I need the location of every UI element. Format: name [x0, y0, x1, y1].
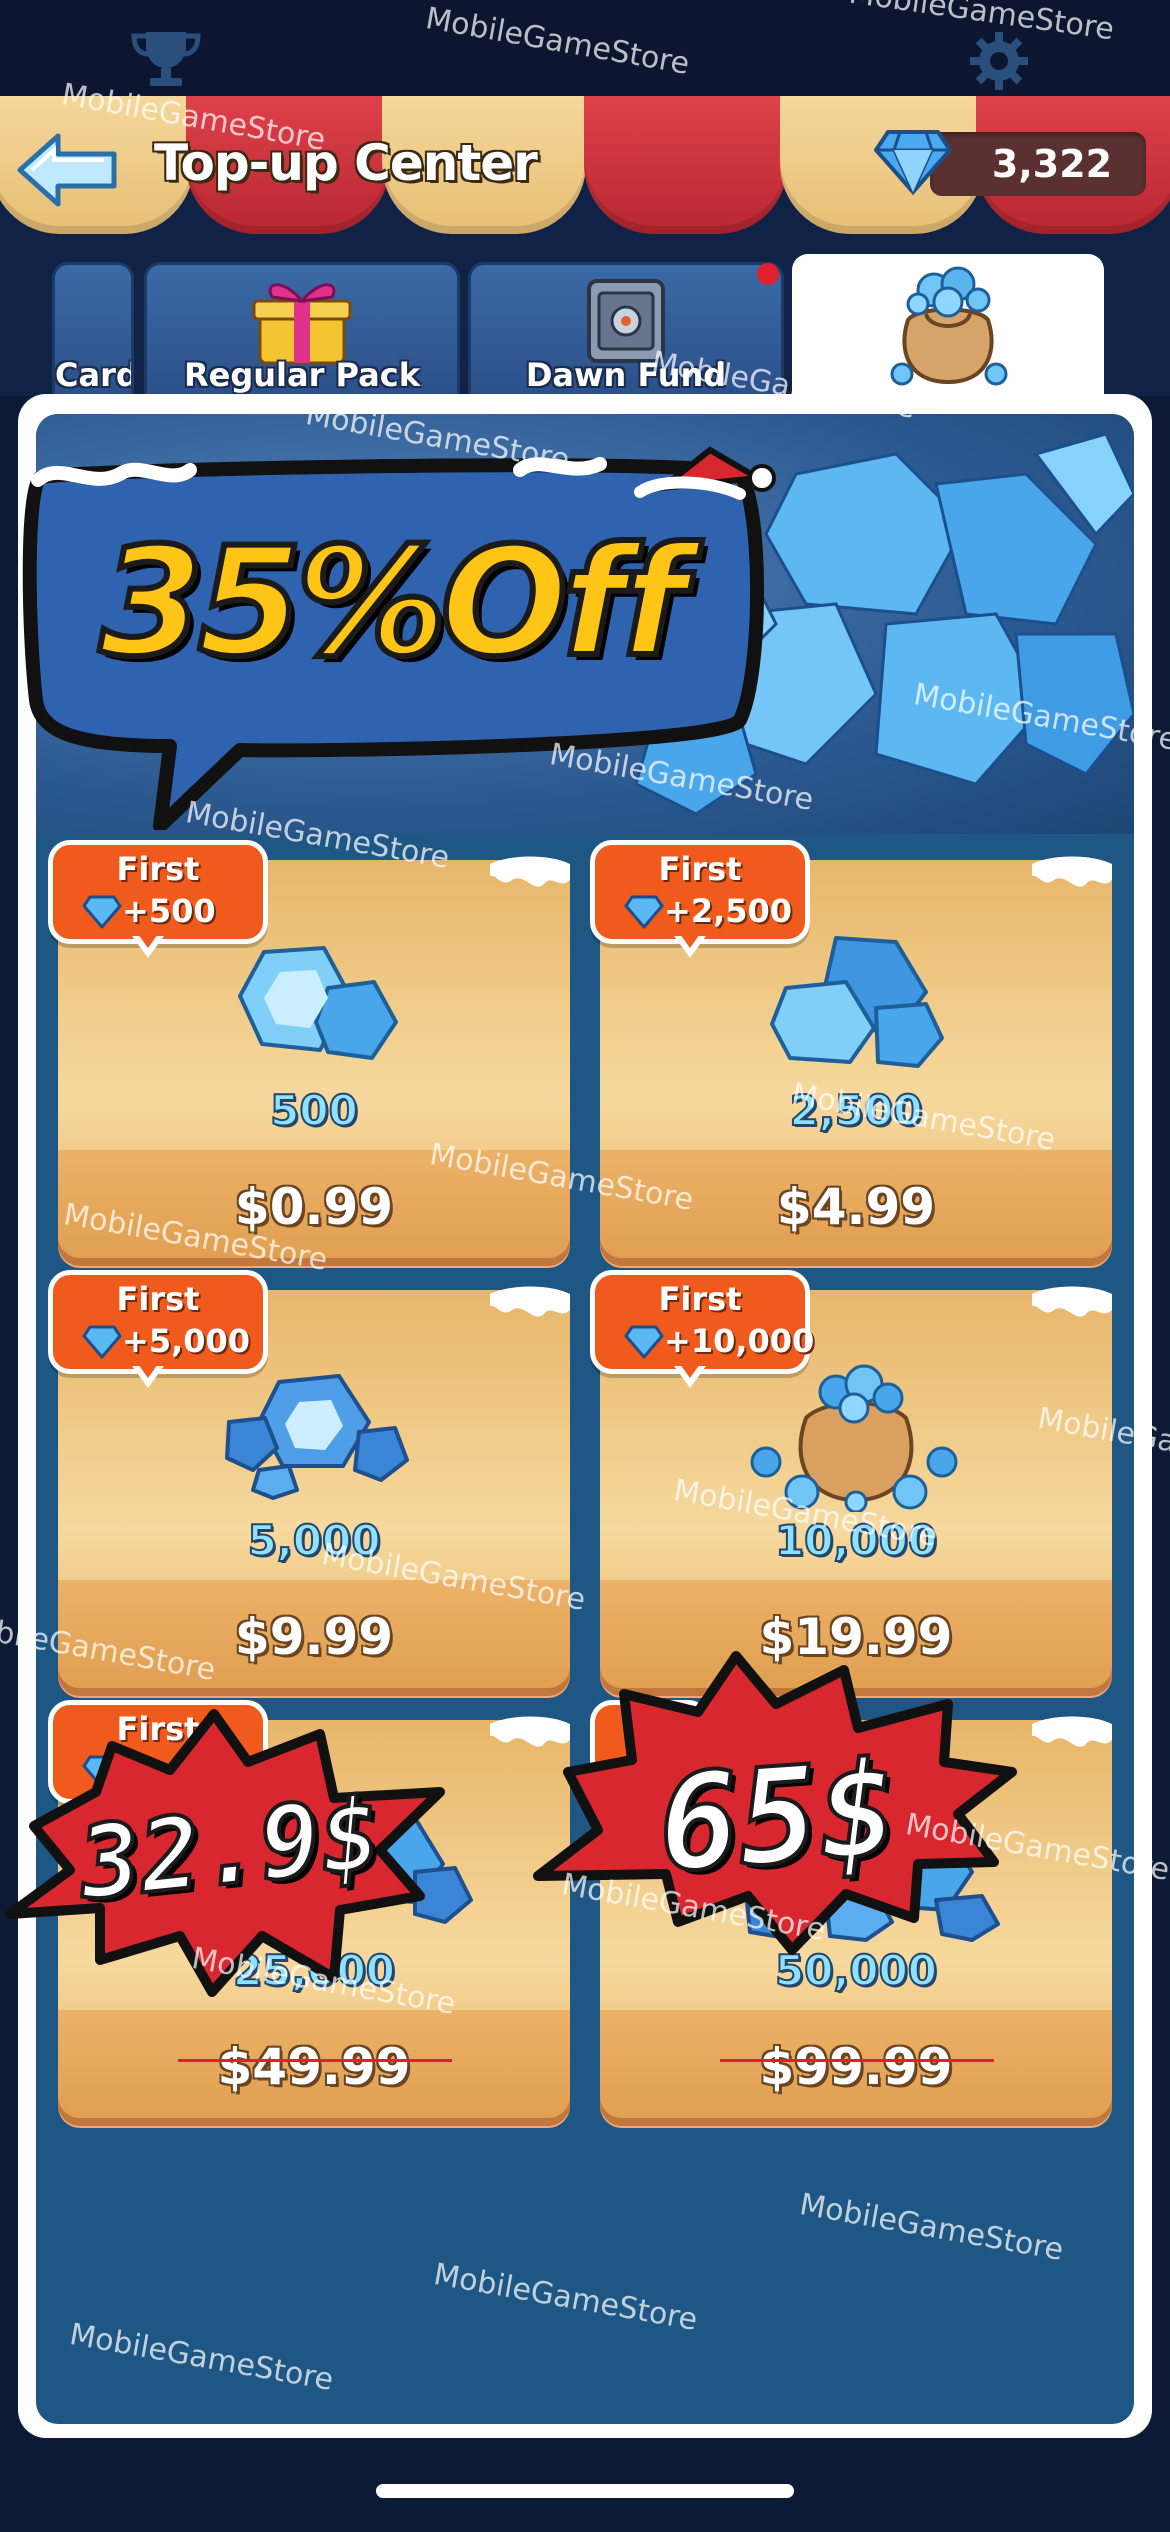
first-purchase-badge: First +10,000 [590, 1270, 814, 1388]
diamond-icon [624, 1325, 664, 1359]
gift-box-icon [252, 283, 352, 365]
snow-decoration [490, 856, 570, 887]
tab-regular-pack[interactable]: Regular Pack [144, 262, 460, 398]
badge-bonus: +2,500 [664, 892, 793, 930]
badge-title: First [116, 850, 200, 888]
first-purchase-badge: First +500 [48, 840, 268, 958]
discount-label: 35%Off [96, 516, 689, 690]
gem-amount: 10,000 [774, 1515, 938, 1566]
diamond-icon [624, 895, 664, 929]
price-button[interactable]: $49.99 [58, 2038, 570, 2096]
badge-bonus: +5,000 [122, 1322, 251, 1360]
badge-title: First [658, 850, 742, 888]
price-button[interactable]: $99.99 [600, 2038, 1112, 2096]
tab-dawn-fund[interactable]: Dawn Fund [468, 262, 784, 398]
header-bar: Top-up Center 3,322 [0, 96, 1170, 236]
price-button[interactable]: $0.99 [58, 1178, 570, 1236]
tab-gems[interactable] [792, 254, 1104, 400]
diamond-icon [82, 1325, 122, 1359]
first-purchase-badge: First +5,000 [48, 1270, 268, 1388]
snow-decoration [490, 1286, 570, 1317]
notification-dot [757, 263, 779, 285]
tab-label: Dawn Fund [525, 356, 727, 394]
gem-amount: 500 [269, 1085, 359, 1136]
tab-label: Cards [55, 356, 131, 394]
tab-cards[interactable]: Cards [52, 262, 134, 398]
gear-icon[interactable] [968, 30, 1030, 92]
first-purchase-badge: First +2,500 [590, 840, 810, 958]
gem-sack-icon [890, 266, 1008, 386]
product-card-10000[interactable]: 10,000 $19.99 First +10,000 [590, 1270, 1112, 1688]
trophy-icon[interactable] [130, 28, 202, 88]
product-card-500[interactable]: 500 $0.99 First +500 [48, 840, 570, 1258]
safe-icon [587, 279, 665, 363]
home-indicator[interactable] [376, 2484, 794, 2498]
badge-title: First [658, 1280, 742, 1318]
awning-segment [584, 96, 788, 234]
price-strikethrough [720, 2059, 994, 2062]
snow-decoration [1032, 1716, 1112, 1747]
diamond-icon [874, 130, 952, 196]
back-arrow-icon[interactable] [14, 130, 124, 210]
gem-amount: 5,000 [247, 1515, 382, 1566]
badge-bonus: +10,000 [664, 1322, 815, 1360]
top-status-strip [0, 0, 1170, 96]
product-card-5000[interactable]: 5,000 $9.99 First +5,000 [48, 1270, 570, 1688]
snow-decoration [1032, 1286, 1112, 1317]
gem-amount: 2,500 [789, 1085, 924, 1136]
diamond-icon [82, 895, 122, 929]
tab-label: Regular Pack [184, 356, 420, 394]
page-title: Top-up Center [154, 134, 538, 192]
price-button[interactable]: $9.99 [58, 1608, 570, 1666]
snow-decoration [1032, 856, 1112, 887]
badge-title: First [116, 1280, 200, 1318]
price-button[interactable]: $4.99 [600, 1178, 1112, 1236]
tabs-bar: Cards Regular Pack Dawn Fund [0, 236, 1170, 400]
currency-value: 3,322 [991, 142, 1113, 186]
promo-price-right: 65$ [652, 1730, 905, 1904]
product-card-2500[interactable]: 2,500 $4.99 First +2,500 [590, 840, 1112, 1258]
badge-bonus: +500 [122, 892, 216, 930]
price-strikethrough [178, 2059, 452, 2062]
